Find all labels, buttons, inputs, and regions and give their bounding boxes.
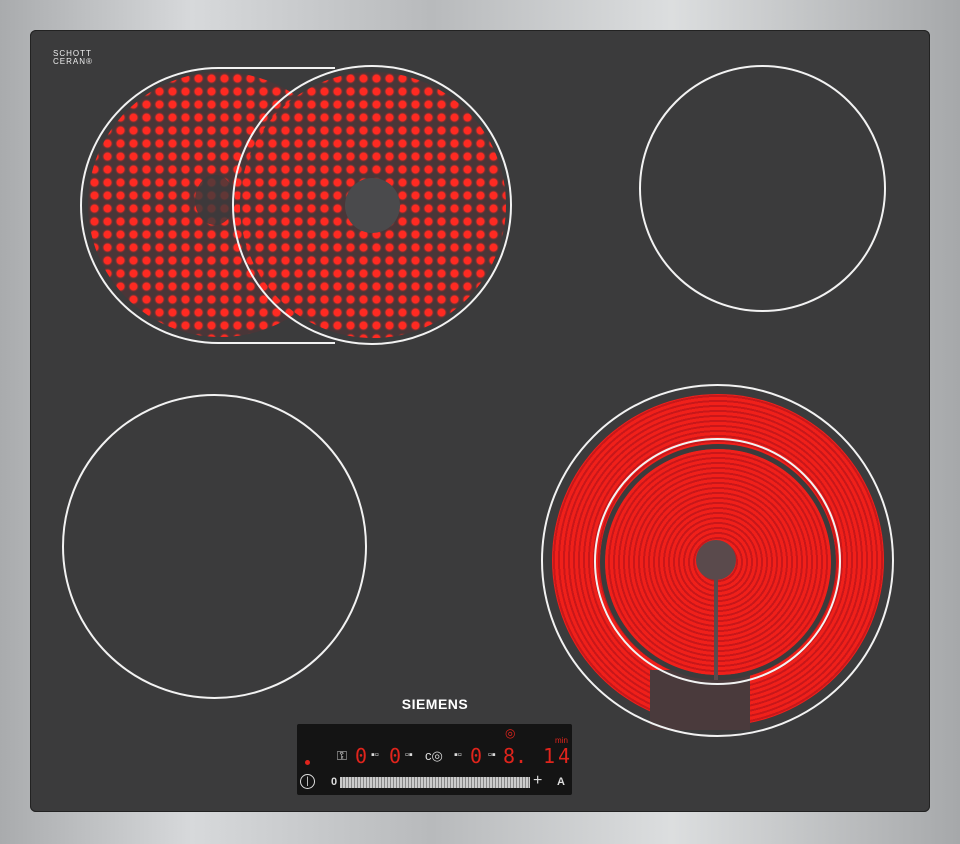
zone-level-display: 0 bbox=[355, 744, 368, 768]
zone-level-display: 0 bbox=[470, 744, 483, 768]
dual-zone-icon[interactable]: c◎ bbox=[425, 748, 443, 764]
timer-zone-display: 8. bbox=[503, 744, 528, 768]
child-lock-icon[interactable]: ⚿ bbox=[337, 748, 347, 764]
cooking-zone-back-right[interactable] bbox=[639, 65, 886, 312]
zone-outline-inner bbox=[594, 438, 841, 685]
schott-ceran-logo: SCHOTT CERAN® bbox=[53, 49, 93, 66]
zone-outline-inner bbox=[232, 65, 512, 345]
zone-select-icon[interactable]: ▫▪ bbox=[405, 749, 413, 761]
zone-level-display: 0 bbox=[389, 744, 402, 768]
cooking-zone-front-left[interactable] bbox=[62, 394, 367, 699]
timer-display: 14 bbox=[543, 744, 574, 768]
power-icon[interactable]: | bbox=[300, 774, 315, 789]
slider-min-label: 0 bbox=[331, 776, 338, 788]
touch-control-panel: | ⚿ 0 ▪▫ 0 ▫▪ c◎ ▪▫ 0 ▫▪ ◎ 8. min 14 0 +… bbox=[297, 724, 572, 795]
power-indicator-led bbox=[305, 760, 310, 765]
plus-button[interactable]: + bbox=[533, 772, 542, 790]
zone-select-icon[interactable]: ▪▫ bbox=[371, 749, 379, 761]
zone-select-icon[interactable]: ▪▫ bbox=[454, 749, 462, 761]
power-level-slider[interactable] bbox=[340, 777, 530, 788]
zone-select-icon[interactable]: ▫▪ bbox=[488, 749, 496, 761]
auto-button[interactable]: A bbox=[557, 776, 565, 788]
siemens-brand-logo: SIEMENS bbox=[401, 696, 469, 712]
timer-icon[interactable]: ◎ bbox=[505, 726, 515, 740]
